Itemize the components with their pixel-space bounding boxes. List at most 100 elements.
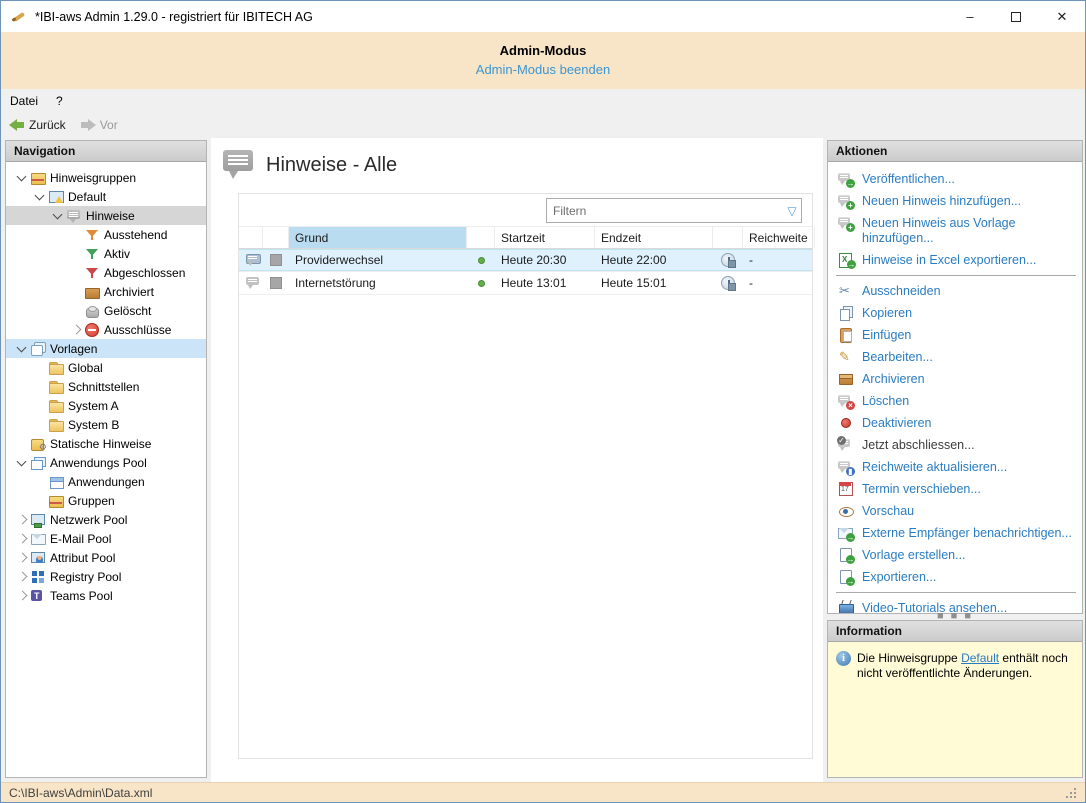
navigation-header: Navigation bbox=[6, 141, 206, 162]
status-green-icon bbox=[478, 257, 485, 264]
information-panel: Information i Die Hinweisgruppe Default … bbox=[827, 620, 1083, 778]
table-row[interactable]: Internetstörung Heute 13:01 Heute 15:01 … bbox=[239, 272, 812, 295]
action-archivieren[interactable]: Archivieren bbox=[834, 368, 1082, 390]
action-ausschneiden[interactable]: Ausschneiden bbox=[834, 280, 1082, 302]
close-button[interactable]: ✕ bbox=[1039, 1, 1085, 32]
action-jetzt-abschliessen[interactable]: ✓ Jetzt abschliessen... bbox=[834, 434, 1082, 456]
pencil-icon bbox=[838, 349, 854, 365]
action-externe-empfaenger[interactable]: → Externe Empfänger benachrichtigen... bbox=[834, 522, 1082, 544]
header-grund[interactable]: Grund bbox=[289, 227, 467, 248]
chevron-right-icon[interactable] bbox=[14, 531, 30, 547]
nav-item-schnittstellen[interactable]: Schnittstellen bbox=[6, 377, 206, 396]
monitor-warning-icon bbox=[48, 189, 64, 205]
group-box-icon bbox=[48, 493, 64, 509]
nav-item-hinweisgruppen[interactable]: Hinweisgruppen bbox=[6, 168, 206, 187]
red-dot-icon bbox=[838, 415, 854, 431]
tv-icon bbox=[838, 600, 854, 613]
action-loeschen[interactable]: × Löschen bbox=[834, 390, 1082, 412]
nav-item-default[interactable]: Default bbox=[6, 187, 206, 206]
divider bbox=[836, 275, 1076, 276]
funnel-red-icon bbox=[84, 265, 100, 281]
action-kopieren[interactable]: Kopieren bbox=[834, 302, 1082, 324]
nav-item-vorlagen[interactable]: Vorlagen bbox=[6, 339, 206, 358]
notice-group-icon bbox=[30, 170, 46, 186]
nav-item-abgeschlossen[interactable]: Abgeschlossen bbox=[6, 263, 206, 282]
resize-grip-icon[interactable] bbox=[1065, 787, 1077, 799]
notice-bubble-icon bbox=[66, 208, 82, 224]
nav-item-ausstehend[interactable]: Ausstehend bbox=[6, 225, 206, 244]
nav-item-global[interactable]: Global bbox=[6, 358, 206, 377]
nav-item-anwendungs-pool[interactable]: Anwendungs Pool bbox=[6, 453, 206, 472]
action-deaktivieren[interactable]: Deaktivieren bbox=[834, 412, 1082, 434]
chevron-slot bbox=[14, 436, 30, 452]
nav-item-aktiv[interactable]: Aktiv bbox=[6, 244, 206, 263]
menu-help[interactable]: ? bbox=[47, 91, 72, 111]
nav-item-attribut-pool[interactable]: Attribut Pool bbox=[6, 548, 206, 567]
chevron-down-icon[interactable] bbox=[50, 208, 66, 224]
navigation-panel: Navigation Hinweisgruppen Default Hinwei… bbox=[5, 140, 207, 778]
nav-item-email-pool[interactable]: E-Mail Pool bbox=[6, 529, 206, 548]
menu-datei[interactable]: Datei bbox=[1, 91, 47, 111]
action-einfuegen[interactable]: Einfügen bbox=[834, 324, 1082, 346]
table-row[interactable]: Providerwechsel Heute 20:30 Heute 22:00 … bbox=[239, 249, 812, 272]
action-vorlage-erstellen[interactable]: → Vorlage erstellen... bbox=[834, 544, 1082, 566]
chevron-right-icon[interactable] bbox=[14, 569, 30, 585]
bubble-add-icon: + bbox=[838, 193, 854, 209]
maximize-button[interactable] bbox=[993, 1, 1039, 32]
chevron-down-icon[interactable] bbox=[14, 170, 30, 186]
chevron-right-icon[interactable] bbox=[68, 322, 84, 338]
action-bearbeiten[interactable]: Bearbeiten... bbox=[834, 346, 1082, 368]
action-termin-verschieben[interactable]: Termin verschieben... bbox=[834, 478, 1082, 500]
header-startzeit[interactable]: Startzeit bbox=[495, 227, 595, 248]
bubble-delete-icon: × bbox=[838, 393, 854, 409]
chevron-slot bbox=[32, 360, 48, 376]
nav-item-archiviert[interactable]: Archiviert bbox=[6, 282, 206, 301]
windows-stack-icon bbox=[30, 455, 46, 471]
filter-funnel-icon[interactable]: ▽ bbox=[783, 204, 801, 218]
action-exportieren[interactable]: → Exportieren... bbox=[834, 566, 1082, 588]
nav-item-netzwerk-pool[interactable]: Netzwerk Pool bbox=[6, 510, 206, 529]
nav-item-gruppen[interactable]: Gruppen bbox=[6, 491, 206, 510]
page-arrow-icon: → bbox=[838, 569, 854, 585]
nav-item-system-b[interactable]: System B bbox=[6, 415, 206, 434]
minimize-button[interactable]: – bbox=[947, 1, 993, 32]
nav-item-teams-pool[interactable]: Teams Pool bbox=[6, 586, 206, 605]
nav-item-system-a[interactable]: System A bbox=[6, 396, 206, 415]
action-vorschau[interactable]: Vorschau bbox=[834, 500, 1082, 522]
header-reichweite[interactable]: Reichweite bbox=[743, 227, 815, 248]
chevron-down-icon[interactable] bbox=[14, 341, 30, 357]
action-reichweite-aktualisieren[interactable]: ▮ Reichweite aktualisieren... bbox=[834, 456, 1082, 478]
action-neuen-hinweis[interactable]: + Neuen Hinweis hinzufügen... bbox=[834, 190, 1082, 212]
chevron-down-icon[interactable] bbox=[14, 455, 30, 471]
chevron-right-icon[interactable] bbox=[14, 512, 30, 528]
nav-item-ausschluesse[interactable]: Ausschlüsse bbox=[6, 320, 206, 339]
action-excel-export[interactable]: → Hinweise in Excel exportieren... bbox=[834, 249, 1082, 271]
box-gear-icon bbox=[30, 436, 46, 452]
archive-box-icon bbox=[84, 284, 100, 300]
nav-item-statische-hinweise[interactable]: Statische Hinweise bbox=[6, 434, 206, 453]
menu-bar: Datei ? bbox=[1, 89, 1085, 112]
back-button[interactable]: Zurück bbox=[9, 118, 66, 132]
nav-item-registry-pool[interactable]: Registry Pool bbox=[6, 567, 206, 586]
page-title: Hinweise - Alle bbox=[266, 154, 397, 177]
admin-mode-exit-link[interactable]: Admin-Modus beenden bbox=[476, 62, 610, 77]
filter-strip: ▽ bbox=[239, 194, 812, 227]
default-group-link[interactable]: Default bbox=[961, 651, 999, 665]
chevron-right-icon[interactable] bbox=[14, 550, 30, 566]
maximize-icon bbox=[1011, 12, 1021, 22]
nav-item-geloescht[interactable]: Gelöscht bbox=[6, 301, 206, 320]
hinweise-page-icon bbox=[223, 150, 257, 180]
chevron-down-icon[interactable] bbox=[32, 189, 48, 205]
nav-item-anwendungen[interactable]: Anwendungen bbox=[6, 472, 206, 491]
filter-input[interactable] bbox=[547, 204, 783, 218]
action-veroeffentlichen[interactable]: → Veröffentlichen... bbox=[834, 168, 1082, 190]
bubble-refresh-icon: ▮ bbox=[838, 459, 854, 475]
gray-square-icon bbox=[270, 277, 282, 289]
nav-item-hinweise[interactable]: Hinweise bbox=[6, 206, 206, 225]
chevron-right-icon[interactable] bbox=[14, 588, 30, 604]
action-hinweis-aus-vorlage[interactable]: + Neuen Hinweis aus Vorlage hinzufügen..… bbox=[834, 212, 1082, 249]
app-window: *IBI-aws Admin 1.29.0 - registriert für … bbox=[0, 0, 1086, 803]
forward-button[interactable]: Vor bbox=[80, 118, 118, 132]
header-endzeit[interactable]: Endzeit bbox=[595, 227, 713, 248]
paste-icon bbox=[838, 327, 854, 343]
